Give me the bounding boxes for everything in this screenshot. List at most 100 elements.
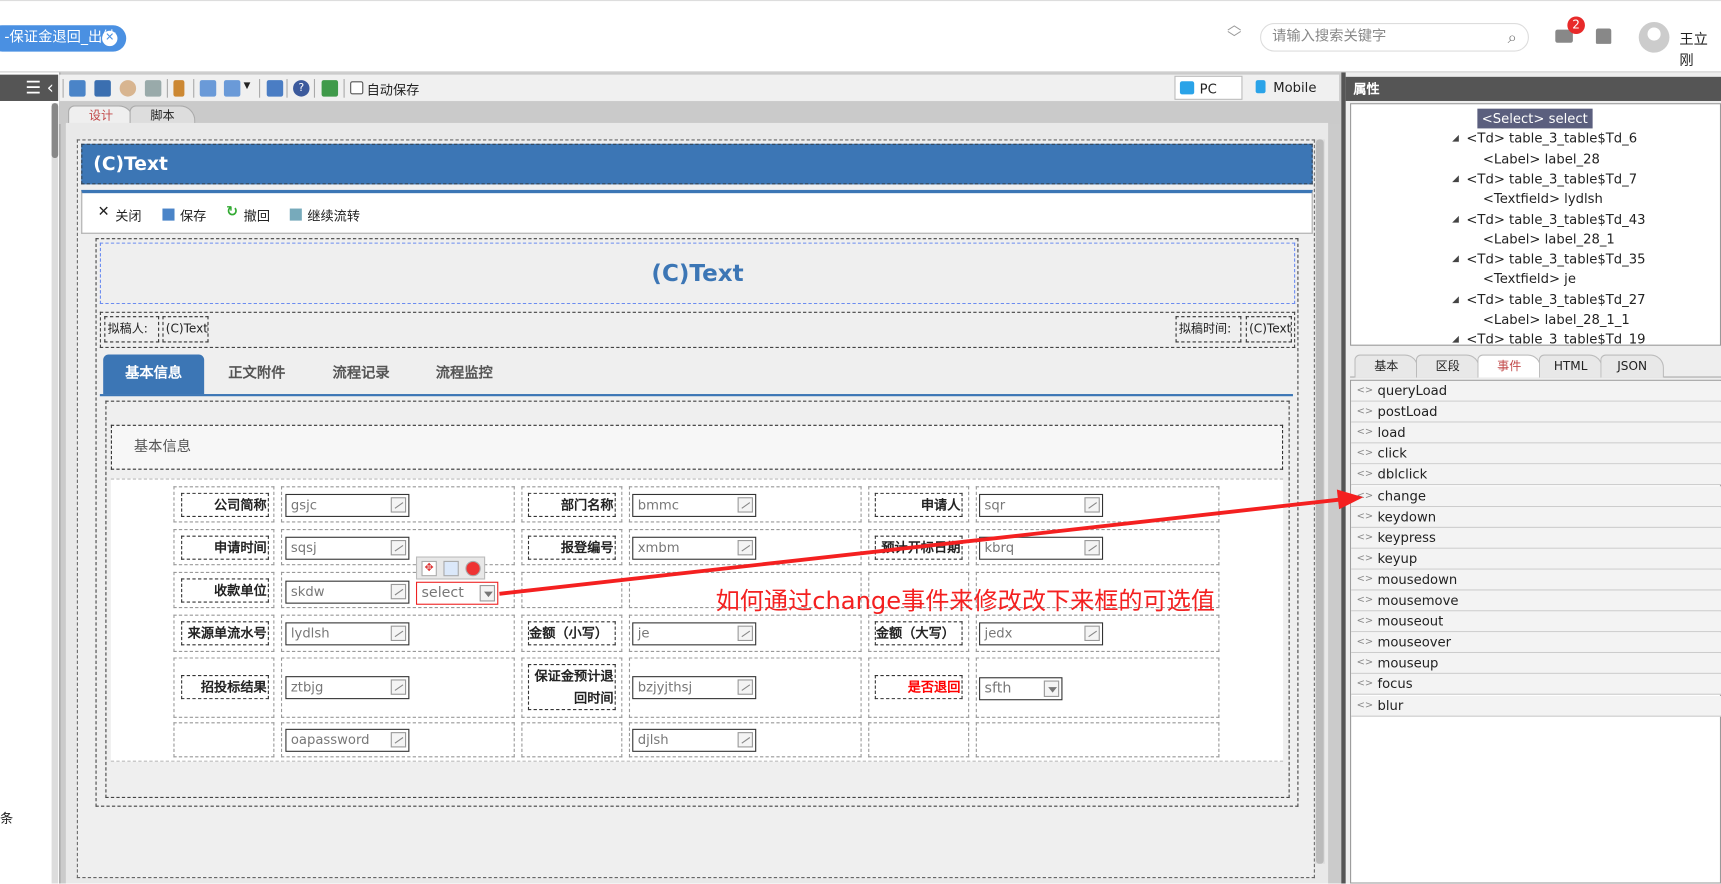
tree-node[interactable]: <Td> table_3_table$Td_6 <box>1466 129 1637 149</box>
import-icon[interactable] <box>199 80 217 97</box>
dropdown-arrow-icon[interactable]: ▼ <box>244 80 251 90</box>
expand-icon[interactable]: ◢ <box>1452 133 1459 143</box>
bmmc-field[interactable]: bmmc <box>632 493 757 517</box>
preview-eye-icon[interactable] <box>119 80 137 97</box>
gsjc-field[interactable]: gsjc <box>285 493 410 517</box>
event-item[interactable]: <> load <box>1351 422 1721 444</box>
list-icon[interactable] <box>266 80 284 97</box>
event-item[interactable]: <> change <box>1351 485 1721 507</box>
print-icon[interactable] <box>144 80 162 97</box>
save-icon[interactable] <box>69 80 86 97</box>
tree-node[interactable]: <Label> label_28_1 <box>1483 229 1615 249</box>
kbrq-field[interactable]: kbrq <box>979 536 1104 560</box>
skdw-field[interactable]: skdw <box>285 580 410 604</box>
tree-node[interactable]: <Select> select <box>1477 108 1593 129</box>
tree-node[interactable]: <Textfield> lydlsh <box>1483 189 1603 209</box>
properties-tab[interactable]: 事件 <box>1477 354 1542 378</box>
menu-icon[interactable]: ☰ <box>25 77 41 98</box>
save-as-icon[interactable] <box>94 80 111 97</box>
canvas-scrollbar[interactable] <box>1314 139 1325 864</box>
help-icon[interactable]: ? <box>293 80 310 97</box>
open-tab[interactable]: -保证金退回_出纳 ✕ <box>0 25 127 52</box>
avatar[interactable] <box>1638 21 1670 53</box>
tab-attachments[interactable]: 正文附件 <box>206 355 307 395</box>
export-icon[interactable] <box>223 80 241 97</box>
expand-icon[interactable]: ◢ <box>1452 173 1459 183</box>
tree-node[interactable]: <Label> label_28_1_1 <box>1483 310 1630 330</box>
jedx-field[interactable]: jedx <box>979 622 1104 646</box>
expand-icon[interactable]: ◢ <box>1452 254 1459 264</box>
select-dropdown[interactable]: select <box>415 581 499 605</box>
event-item[interactable]: <> click <box>1351 443 1721 465</box>
sfth-select[interactable]: sfth <box>979 677 1063 701</box>
move-icon[interactable]: ✥ <box>421 560 437 577</box>
event-item[interactable]: <> mouseup <box>1351 653 1721 675</box>
expand-icon[interactable]: ◢ <box>1452 213 1459 223</box>
layers-icon[interactable] <box>321 80 339 97</box>
tree-node[interactable]: <Label> label_28 <box>1483 149 1600 169</box>
device-mobile-tab[interactable]: Mobile <box>1249 76 1326 100</box>
sidebar-scrollbar[interactable] <box>51 103 59 159</box>
tree-node[interactable]: <Td> table_3_table$Td_35 <box>1466 249 1645 269</box>
tree-node[interactable]: <Td> table_3_table$Td_19 <box>1466 330 1645 345</box>
lydlsh-field[interactable]: lydlsh <box>285 622 410 646</box>
label-kbrq: 预计开标日期 <box>874 535 963 560</box>
event-item[interactable]: <> keydown <box>1351 506 1721 528</box>
search-icon[interactable]: ⌕ <box>1508 24 1517 50</box>
event-item[interactable]: <> mousemove <box>1351 590 1721 612</box>
tree-node[interactable]: <Textfield> je <box>1483 269 1576 289</box>
search-input[interactable]: 请输入搜索关键字 ⌕ <box>1260 23 1529 52</box>
ztbjg-field[interactable]: ztbjg <box>285 676 410 700</box>
autosave-checkbox[interactable] <box>350 81 364 95</box>
bzjyjthsj-field[interactable]: bzjyjthsj <box>632 676 757 700</box>
expand-icon[interactable]: ◢ <box>1452 334 1459 344</box>
collapse-icon[interactable]: ‹ <box>47 77 54 98</box>
device-pc-tab[interactable]: PC <box>1174 75 1243 100</box>
edit-icon <box>737 540 753 556</box>
copy-icon[interactable] <box>443 560 459 577</box>
oapassword-field[interactable]: oapassword <box>285 728 410 752</box>
delete-icon[interactable] <box>465 560 481 577</box>
properties-title: 属性 <box>1345 76 1721 101</box>
event-item[interactable]: <> blur <box>1351 695 1721 717</box>
xmbm-field[interactable]: xmbm <box>632 536 757 560</box>
event-item[interactable]: <> mouseout <box>1351 611 1721 633</box>
tree-node[interactable]: <Td> table_3_table$Td_27 <box>1466 289 1645 309</box>
close-button[interactable]: 关闭 <box>115 206 141 225</box>
theme-shirt-icon[interactable] <box>1595 28 1612 44</box>
tab-flow-monitor[interactable]: 流程监控 <box>414 355 515 395</box>
tab-flow-records[interactable]: 流程记录 <box>311 355 412 395</box>
event-item[interactable]: <> mouseover <box>1351 632 1721 654</box>
properties-tab[interactable]: JSON <box>1600 354 1664 378</box>
sqsj-field[interactable]: sqsj <box>285 536 410 560</box>
properties-tab[interactable]: 基本 <box>1354 354 1419 378</box>
expand-icon[interactable]: ◢ <box>1452 294 1459 304</box>
event-item[interactable]: <> keyup <box>1351 548 1721 570</box>
properties-tab[interactable]: HTML <box>1538 354 1603 378</box>
event-item[interactable]: <> dblclick <box>1351 464 1721 486</box>
sqr-field[interactable]: sqr <box>979 493 1104 517</box>
events-list: <> queryLoad <> postLoad <> load <> click <> dblc… <box>1350 379 1721 884</box>
event-item[interactable]: <> mousedown <box>1351 569 1721 591</box>
properties-tab[interactable]: 区段 <box>1415 354 1480 378</box>
djlsh-field[interactable]: djlsh <box>632 728 757 752</box>
tree-node[interactable]: <Td> table_3_table$Td_7 <box>1466 169 1637 189</box>
event-item[interactable]: <> queryLoad <box>1351 380 1721 402</box>
continue-flow-button[interactable]: 继续流转 <box>307 206 360 225</box>
tab-basic-info[interactable]: 基本信息 <box>103 354 205 395</box>
edit-icon <box>390 625 407 641</box>
chevron-down-icon <box>1043 680 1060 697</box>
user-name[interactable]: 王立刚 <box>1679 27 1721 69</box>
close-tab-icon[interactable]: ✕ <box>102 30 118 47</box>
withdraw-button[interactable]: 撤回 <box>244 206 270 225</box>
scroll-tabs-icon[interactable]: ︿ ﹀ <box>1227 19 1241 46</box>
sidebar-toggle[interactable]: ☰ ‹ <box>0 74 59 101</box>
event-item[interactable]: <> postLoad <box>1351 401 1721 423</box>
event-item[interactable]: <> keypress <box>1351 527 1721 549</box>
je-field[interactable]: je <box>632 622 757 646</box>
tree-node[interactable]: <Td> table_3_table$Td_43 <box>1466 209 1645 229</box>
edit-icon <box>737 497 753 513</box>
save-button[interactable]: 保存 <box>180 206 206 225</box>
wand-icon[interactable] <box>173 80 185 97</box>
event-item[interactable]: <> focus <box>1351 674 1721 696</box>
